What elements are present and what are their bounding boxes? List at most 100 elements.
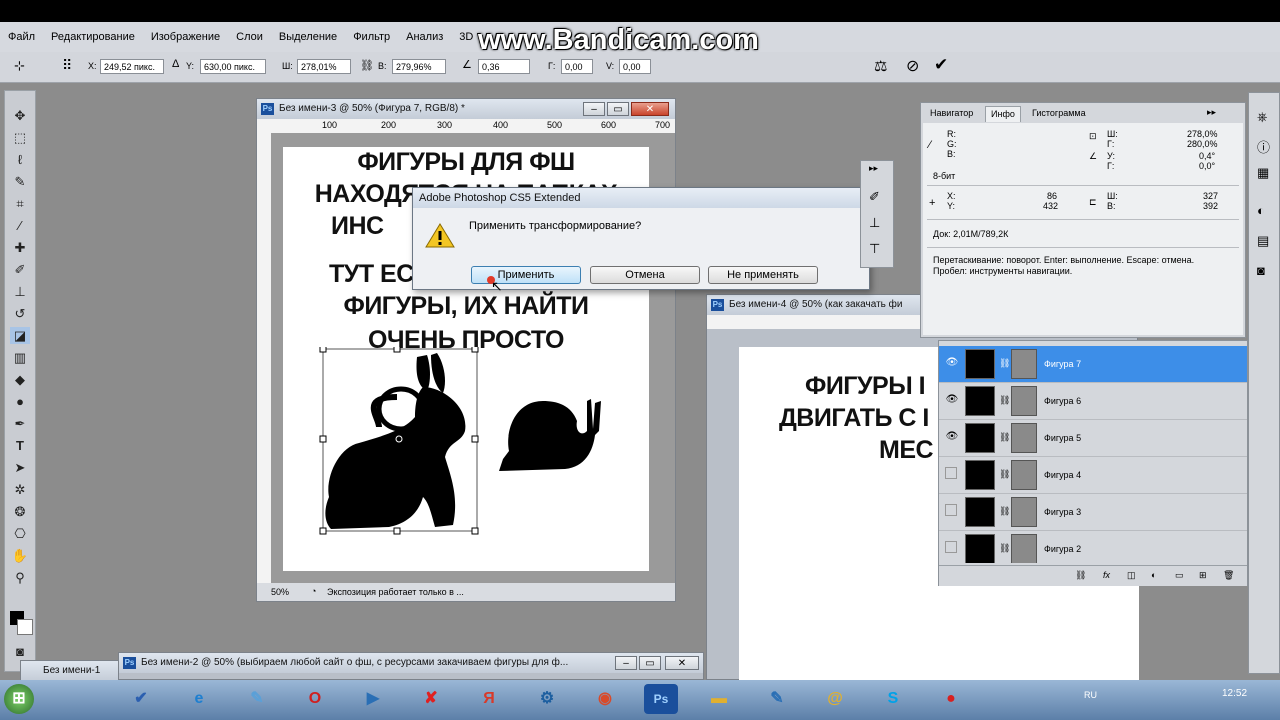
menu-edit[interactable]: Редактирование — [43, 31, 143, 43]
type-tool-icon[interactable]: T — [10, 437, 30, 454]
layer-row-figura-7[interactable]: 👁 ⛓ Фигура 7 — [939, 346, 1247, 383]
document-1-title[interactable]: Без имени-1 — [21, 661, 129, 681]
adjustments-icon[interactable]: ▤ — [1257, 233, 1269, 249]
angle-field[interactable]: 0,36 — [478, 59, 530, 74]
document-window-3[interactable]: Без имени-3 @ 50% (Фигура 7, RGB/8) * Ps… — [256, 98, 676, 602]
x-field[interactable]: 249,52 пикс. — [100, 59, 164, 74]
zoom-level[interactable]: 50% — [271, 587, 289, 598]
color-icon[interactable]: ◐ — [1257, 203, 1265, 218]
vskew-field[interactable]: 0,00 — [619, 59, 651, 74]
cancel-button[interactable]: Отмена — [590, 266, 700, 284]
minimize-button[interactable]: – — [615, 656, 637, 670]
warp-icon[interactable]: ⚖ — [874, 57, 887, 75]
media-player-icon[interactable]: ▶ — [356, 684, 390, 714]
snail-shape[interactable] — [495, 391, 605, 477]
brush-tool-icon[interactable]: ✐ — [10, 261, 30, 278]
fx-icon[interactable]: fx — [1103, 570, 1110, 581]
panel-menu-icon[interactable]: ▸▸ — [1207, 107, 1216, 118]
dont-apply-button[interactable]: Не применять — [708, 266, 818, 284]
healing-tool-icon[interactable]: ✚ — [10, 239, 30, 256]
status-info-icon[interactable]: ◔ — [311, 586, 316, 597]
stamp-tool-icon[interactable]: ⊥ — [10, 283, 30, 300]
visibility-toggle[interactable] — [945, 467, 957, 479]
reference-point-icon[interactable]: ⠿ — [62, 57, 72, 74]
menu-file[interactable]: Файл — [0, 31, 43, 43]
quick-mask-icon[interactable]: ◙ — [10, 643, 30, 660]
3d-camera-tool-icon[interactable]: ⎔ — [10, 525, 30, 542]
eraser-tool-icon[interactable]: ◪ — [10, 327, 30, 344]
layer-row-figura-4[interactable]: ⛓ Фигура 4 — [939, 457, 1247, 494]
gradient-tool-icon[interactable]: ▥ — [10, 349, 30, 366]
tab-info[interactable]: Инфо — [985, 106, 1021, 122]
quick-select-tool-icon[interactable]: ✎ — [10, 173, 30, 190]
menu-image[interactable]: Изображение — [143, 31, 228, 43]
taskbar-app-icon[interactable]: @ — [818, 684, 852, 714]
explorer-icon[interactable]: ▬ — [702, 684, 736, 714]
rabbit-shape[interactable] — [319, 347, 481, 537]
marquee-tool-icon[interactable]: ⬚ — [10, 129, 30, 146]
shape-tool-icon[interactable]: ✲ — [10, 481, 30, 498]
menu-select[interactable]: Выделение — [271, 31, 345, 43]
taskbar-app-icon[interactable]: ✘ — [414, 684, 448, 714]
path-select-tool-icon[interactable]: ➤ — [10, 459, 30, 476]
new-group-icon[interactable]: ▭ — [1175, 570, 1184, 581]
pen-tool-icon[interactable]: ✒ — [10, 415, 30, 432]
3d-rotate-tool-icon[interactable]: ❂ — [10, 503, 30, 520]
document-window-1[interactable]: Ps Без имени-1 — [20, 660, 130, 681]
menu-filter[interactable]: Фильтр — [345, 31, 398, 43]
yandex-icon[interactable]: Я — [472, 684, 506, 714]
hskew-field[interactable]: 0,00 — [561, 59, 593, 74]
close-button[interactable]: ✕ — [631, 102, 669, 116]
commit-transform-icon[interactable]: ✔ — [934, 55, 948, 75]
clock[interactable]: 12:52 — [1222, 688, 1247, 699]
background-color-swatch[interactable] — [17, 619, 33, 635]
start-button[interactable]: ⊞ — [4, 684, 34, 714]
tab-navigator[interactable]: Навигатор — [925, 106, 978, 121]
dodge-tool-icon[interactable]: ● — [10, 393, 30, 410]
minimize-button[interactable]: – — [583, 102, 605, 116]
maximize-button[interactable]: ▭ — [607, 102, 629, 116]
ie-icon[interactable]: e — [182, 684, 216, 714]
tool-preset-icon[interactable]: ⊤ — [869, 241, 880, 257]
move-tool-icon[interactable]: ✥ — [10, 107, 30, 124]
tab-histogram[interactable]: Гистограмма — [1027, 106, 1091, 121]
link-icon[interactable]: ⛓ — [360, 59, 374, 72]
opera-icon[interactable]: O — [298, 684, 332, 714]
histogram-icon[interactable]: ▦ — [1257, 165, 1269, 181]
w-field[interactable]: 278,01% — [297, 59, 351, 74]
eye-icon[interactable]: 👁 — [945, 356, 959, 370]
chrome-icon[interactable]: ◉ — [588, 684, 622, 714]
eye-icon[interactable]: 👁 — [945, 393, 959, 407]
delete-layer-icon[interactable]: 🗑 — [1223, 570, 1234, 581]
visibility-toggle[interactable] — [945, 541, 957, 553]
add-mask-icon[interactable]: ◫ — [1127, 570, 1136, 581]
lasso-tool-icon[interactable]: ℓ — [10, 151, 30, 168]
maximize-button[interactable]: ▭ — [639, 656, 661, 670]
taskbar-app-icon[interactable]: ✔ — [124, 684, 158, 714]
brush-preset-icon[interactable]: ✐ — [869, 189, 880, 205]
taskbar-app-icon[interactable]: ✎ — [240, 684, 274, 714]
hand-tool-icon[interactable]: ✋ — [10, 547, 30, 564]
delta-icon[interactable]: Δ — [172, 58, 179, 70]
link-layers-icon[interactable]: ⛓ — [1075, 570, 1086, 581]
y-field[interactable]: 630,00 пикс. — [200, 59, 266, 74]
language-indicator[interactable]: RU — [1084, 690, 1097, 701]
expand-arrows-icon[interactable]: ▸▸ — [869, 163, 878, 174]
history-brush-tool-icon[interactable]: ↺ — [10, 305, 30, 322]
move-tool-icon[interactable]: ⊹ — [14, 58, 25, 74]
eyedropper-tool-icon[interactable]: ⁄ — [10, 217, 30, 234]
layer-row-figura-2[interactable]: ⛓ Фигура 2 — [939, 531, 1247, 563]
eye-icon[interactable]: 👁 — [945, 430, 959, 444]
clone-source-icon[interactable]: ⊥ — [869, 215, 880, 231]
layer-row-figura-5[interactable]: 👁 ⛓ Фигура 5 — [939, 420, 1247, 457]
styles-icon[interactable]: ◙ — [1257, 263, 1265, 278]
taskbar-app-icon[interactable]: ⚙ — [530, 684, 564, 714]
cancel-transform-icon[interactable]: ⊘ — [906, 56, 919, 76]
h-field[interactable]: 279,96% — [392, 59, 446, 74]
layer-row-figura-3[interactable]: ⛓ Фигура 3 — [939, 494, 1247, 531]
photoshop-icon[interactable]: Ps — [644, 684, 678, 714]
crop-tool-icon[interactable]: ⌗ — [10, 195, 30, 212]
layer-row-figura-6[interactable]: 👁 ⛓ Фигура 6 — [939, 383, 1247, 420]
new-layer-icon[interactable]: ⊞ — [1199, 570, 1207, 581]
visibility-toggle[interactable] — [945, 504, 957, 516]
